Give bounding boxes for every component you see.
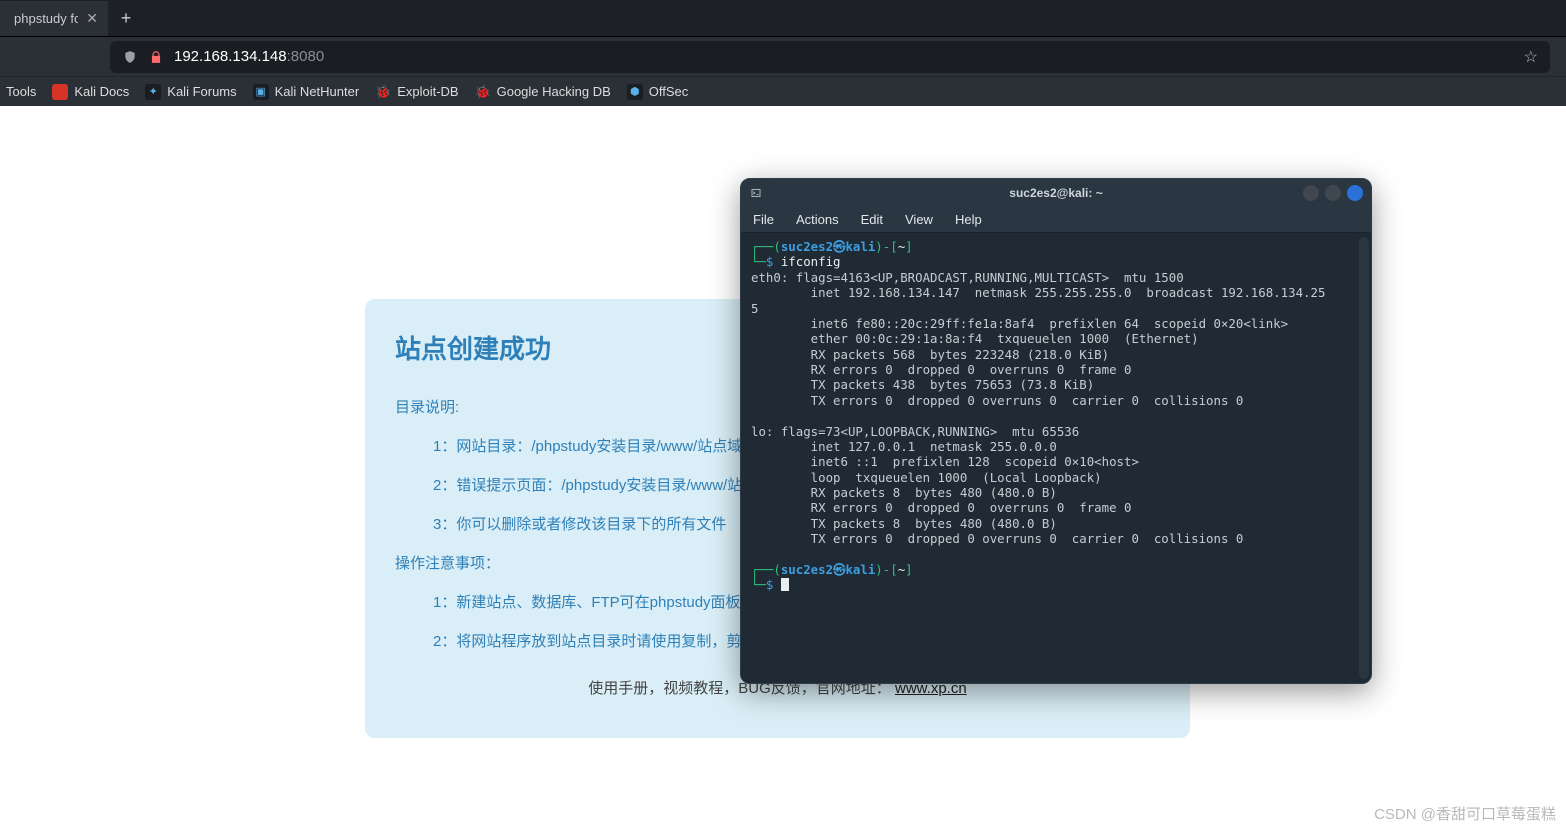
close-icon[interactable]: ✕	[86, 10, 98, 27]
bookmark-label: Tools	[6, 84, 36, 99]
bookmark-item[interactable]: Kali Docs	[52, 84, 129, 100]
bookmark-label: Exploit-DB	[397, 84, 458, 99]
terminal-output: eth0: flags=4163<UP,BROADCAST,RUNNING,MU…	[751, 270, 1325, 546]
bookmark-label: Google Hacking DB	[497, 84, 611, 99]
prompt-user: suc2es2	[781, 239, 833, 254]
window-controls	[1303, 185, 1363, 201]
cursor	[781, 578, 789, 591]
watermark-text: CSDN @香甜可口草莓蛋糕	[1374, 803, 1556, 824]
menu-item-actions[interactable]: Actions	[796, 212, 839, 227]
tab-bar: phpstudy for w ✕ +	[0, 0, 1566, 36]
terminal-window[interactable]: suc2es2@kali: ~ File Actions Edit View H…	[740, 178, 1372, 684]
prompt-user: suc2es2	[781, 562, 833, 577]
favicon-icon: ⬢	[627, 84, 643, 100]
bookmark-item[interactable]: ▣ Kali NetHunter	[253, 84, 360, 100]
bookmark-label: Kali NetHunter	[275, 84, 360, 99]
prompt-host: kali	[845, 239, 875, 254]
menu-item-help[interactable]: Help	[955, 212, 982, 227]
page-content: 站点创建成功 目录说明: 1：网站目录：/phpstudy安装目录/www/站点…	[0, 106, 1566, 830]
browser-chrome: phpstudy for w ✕ + 192.168.134.148:8080 …	[0, 0, 1566, 106]
terminal-menubar: File Actions Edit View Help	[741, 207, 1371, 233]
new-tab-button[interactable]: +	[108, 0, 144, 36]
tab-title: phpstudy for w	[14, 11, 78, 26]
terminal-scrollbar[interactable]	[1359, 237, 1369, 679]
bookmark-item[interactable]: ⬢ OffSec	[627, 84, 689, 100]
menu-item-file[interactable]: File	[753, 212, 774, 227]
favicon-icon: 🐞	[375, 84, 391, 100]
lock-icon[interactable]	[148, 49, 164, 65]
url-host: 192.168.134.148	[174, 48, 287, 65]
bookmark-label: Kali Docs	[74, 84, 129, 99]
favicon-icon: ▣	[253, 84, 269, 100]
prompt-host: kali	[845, 562, 875, 577]
close-button[interactable]	[1347, 185, 1363, 201]
bookmark-item[interactable]: ✦ Kali Forums	[145, 84, 236, 100]
terminal-body[interactable]: ┌──(suc2es2㉿kali)-[~] └─$ ifconfig eth0:…	[741, 233, 1371, 683]
terminal-command: ifconfig	[781, 254, 841, 269]
bookmark-item[interactable]: Tools	[6, 84, 36, 99]
prompt-at: ㉿	[833, 562, 845, 577]
bookmark-star-icon[interactable]: ☆	[1524, 47, 1538, 67]
terminal-titlebar[interactable]: suc2es2@kali: ~	[741, 179, 1371, 207]
bookmark-label: OffSec	[649, 84, 689, 99]
favicon-icon: 🐞	[475, 84, 491, 100]
menu-item-edit[interactable]: Edit	[861, 212, 883, 227]
url-port: :8080	[287, 48, 325, 65]
url-text: 192.168.134.148:8080	[174, 48, 324, 65]
bookmark-label: Kali Forums	[167, 84, 236, 99]
menu-item-view[interactable]: View	[905, 212, 933, 227]
bookmark-item[interactable]: 🐞 Exploit-DB	[375, 84, 458, 100]
prompt-at: ㉿	[833, 239, 845, 254]
address-bar[interactable]: 192.168.134.148:8080 ☆	[110, 41, 1550, 73]
shield-icon[interactable]	[122, 49, 138, 65]
favicon-icon: ✦	[145, 84, 161, 100]
minimize-button[interactable]	[1303, 185, 1319, 201]
favicon-icon	[52, 84, 68, 100]
maximize-button[interactable]	[1325, 185, 1341, 201]
address-row: 192.168.134.148:8080 ☆	[0, 36, 1566, 76]
bookmark-bar: Tools Kali Docs ✦ Kali Forums ▣ Kali NetHu…	[0, 76, 1566, 106]
bookmark-item[interactable]: 🐞 Google Hacking DB	[475, 84, 611, 100]
browser-tab-active[interactable]: phpstudy for w ✕	[0, 0, 108, 36]
terminal-title-text: suc2es2@kali: ~	[741, 186, 1371, 200]
